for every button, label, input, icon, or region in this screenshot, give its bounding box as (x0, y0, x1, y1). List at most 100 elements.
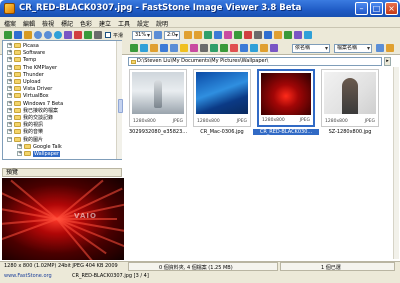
maximize-button[interactable]: □ (370, 2, 383, 15)
tree-item[interactable]: + Picasa (3, 43, 115, 49)
expand-icon[interactable]: + (7, 50, 12, 56)
tree-item[interactable]: − 我的圖片 (3, 136, 115, 143)
menu-file[interactable]: 檔案 (4, 19, 16, 28)
zoom-in-icon[interactable] (154, 31, 162, 39)
menu-tools[interactable]: 工具 (118, 19, 130, 28)
crop-icon[interactable] (234, 31, 242, 39)
tree-item[interactable]: + 我的音樂 (3, 129, 115, 135)
thumbnail-caption[interactable]: 3029932080_e35823... (125, 129, 191, 135)
minimize-button[interactable]: – (355, 2, 368, 15)
expand-icon[interactable]: + (7, 107, 12, 113)
delete-icon[interactable] (230, 44, 238, 52)
tree-item[interactable]: + 我的視訊 (3, 122, 115, 128)
thumbnail-item[interactable]: 1280x800 JPEG (257, 69, 315, 127)
tree-item[interactable]: + Google Talk (3, 143, 115, 150)
collapse-icon[interactable]: − (7, 136, 12, 142)
wallpaper-icon[interactable] (220, 44, 228, 52)
browse-icon[interactable] (14, 31, 22, 39)
thumbnail-item[interactable]: 1280x800 JPEG (193, 69, 251, 127)
folder-icon[interactable] (24, 31, 32, 39)
star-icon[interactable] (180, 44, 188, 52)
tree-item[interactable]: + 我的交談記錄 (3, 115, 115, 121)
tree-item[interactable]: + Vista Driver (3, 86, 115, 92)
thumbnail-caption[interactable]: CR_RED-BLACK030... (253, 129, 319, 135)
exit-icon[interactable] (304, 31, 312, 39)
menu-settings[interactable]: 設定 (137, 19, 149, 28)
expand-icon[interactable]: + (7, 43, 12, 48)
expand-icon[interactable]: + (7, 79, 12, 84)
zoom-combo[interactable]: 31% (132, 31, 152, 40)
preview-image[interactable]: VAIO (2, 178, 124, 260)
tree-item[interactable]: + Windows 7 Beta (3, 100, 115, 107)
color-icon[interactable] (224, 31, 232, 39)
filter-icon[interactable] (260, 44, 268, 52)
tree-item[interactable]: + Upload (3, 79, 115, 85)
expand-icon[interactable]: + (7, 93, 12, 99)
tag-icon[interactable] (190, 44, 198, 52)
tree-item[interactable]: + Temp (3, 57, 115, 63)
options-icon[interactable] (386, 44, 394, 52)
refresh-icon[interactable] (54, 31, 62, 39)
expand-icon[interactable]: + (7, 122, 12, 128)
tree-item[interactable]: + VirtualBox (3, 93, 115, 99)
expand-icon[interactable]: + (7, 115, 12, 120)
tree-item[interactable]: + 我已接收的檔案 (3, 107, 115, 114)
website-link[interactable]: www.FastStone.org (4, 273, 52, 279)
expand-icon[interactable]: + (7, 71, 12, 77)
settings-icon[interactable] (274, 31, 282, 39)
thumbnail-size-icon[interactable] (64, 31, 72, 39)
thumbnail-item[interactable]: 1280x800 JPEG (129, 69, 187, 127)
sort-combo[interactable]: 依名稱 (292, 44, 330, 53)
copy-icon[interactable] (140, 44, 148, 52)
forward-icon[interactable] (44, 31, 52, 39)
thumbnail-caption[interactable]: SZ-1280x800.jpg (317, 129, 383, 135)
fullscreen-icon[interactable] (74, 31, 82, 39)
flip-icon[interactable] (204, 31, 212, 39)
expand-icon[interactable]: + (7, 129, 12, 135)
properties-icon[interactable] (240, 44, 248, 52)
compare-icon[interactable] (94, 31, 102, 39)
back-icon[interactable] (34, 31, 42, 39)
zoom-step-combo[interactable]: 2:0 (164, 31, 180, 40)
view-combo[interactable]: 檔案名稱 (334, 44, 372, 53)
menu-edit[interactable]: 編輯 (23, 19, 35, 28)
address-go-button[interactable]: ▸ (384, 57, 391, 66)
tree-scroll-thumb[interactable] (118, 99, 123, 113)
menu-colors[interactable]: 色彩 (80, 19, 92, 28)
convert-icon[interactable] (170, 44, 178, 52)
email-icon[interactable] (264, 31, 272, 39)
about-icon[interactable] (294, 31, 302, 39)
tree-item[interactable]: + The KMPlayer (3, 64, 115, 71)
expand-icon[interactable]: + (7, 57, 12, 63)
thumbnail-caption[interactable]: CR_Mac-0306.jpg (189, 129, 255, 135)
sort-icon[interactable] (250, 44, 258, 52)
menu-help[interactable]: 說明 (156, 19, 168, 28)
menu-create[interactable]: 建立 (99, 19, 111, 28)
menu-view[interactable]: 檢視 (42, 19, 54, 28)
tree-item[interactable]: + Software (3, 50, 115, 56)
open-icon[interactable] (4, 31, 12, 39)
expand-icon[interactable]: + (17, 143, 22, 149)
thumbnail-item[interactable]: 1280x800 JPEG (321, 69, 379, 127)
select-all-icon[interactable] (130, 44, 138, 52)
rotate-left-icon[interactable] (184, 31, 192, 39)
print-icon[interactable] (254, 31, 262, 39)
slideshow-icon[interactable] (84, 31, 92, 39)
tree-item[interactable]: + Wallpaper (3, 151, 115, 157)
expand-icon[interactable]: + (17, 151, 22, 156)
help-icon[interactable] (284, 31, 292, 39)
resize-icon[interactable] (214, 31, 222, 39)
menu-tag[interactable]: 標記 (61, 19, 73, 28)
expand-icon[interactable]: + (7, 100, 12, 106)
close-button[interactable]: × (385, 2, 398, 15)
rotate-right-icon[interactable] (194, 31, 202, 39)
rename-icon[interactable] (160, 44, 168, 52)
tree-scrollbar[interactable] (116, 41, 123, 159)
expand-icon[interactable]: + (7, 86, 12, 92)
smooth-checkbox[interactable] (105, 32, 111, 38)
view-icon[interactable] (270, 44, 278, 52)
address-bar[interactable]: D:\Steven Liu\My Documents\My Pictures\W… (128, 57, 382, 66)
thumbnail-scrollbar[interactable] (393, 67, 399, 259)
move-icon[interactable] (150, 44, 158, 52)
tree-item[interactable]: + Thunder (3, 71, 115, 78)
